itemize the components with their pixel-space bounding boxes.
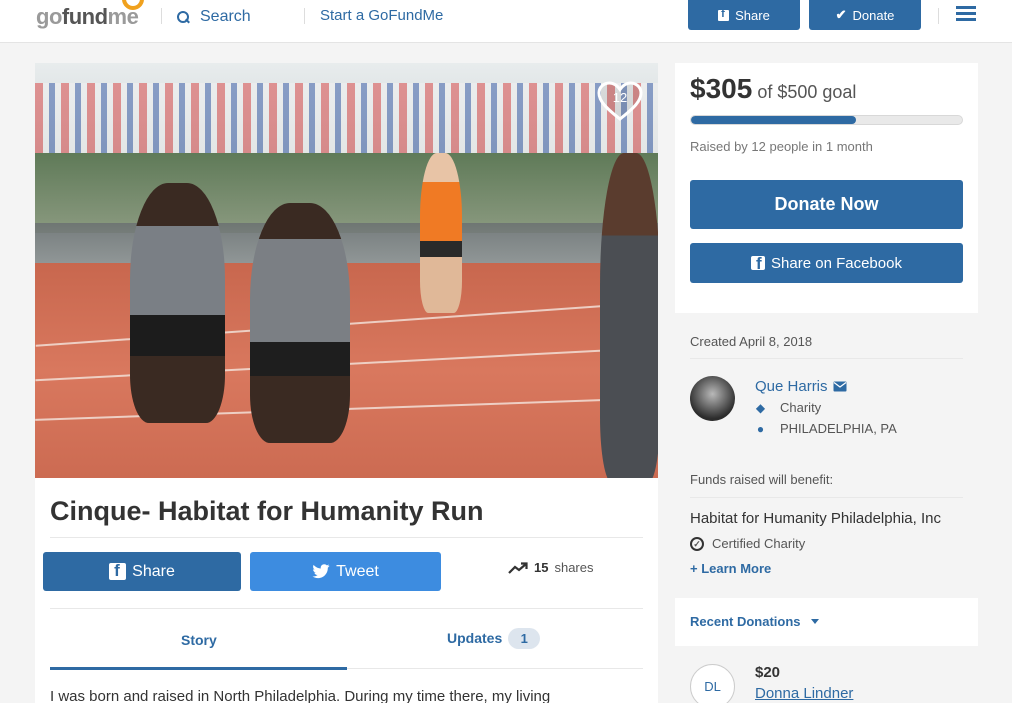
facebook-icon	[751, 254, 766, 274]
donation-amount: $20	[755, 664, 781, 681]
share-facebook-button[interactable]: Share on Facebook	[690, 243, 963, 283]
map-pin-icon: ●	[756, 421, 765, 436]
raised-summary: $305 of $500 goal	[690, 73, 856, 105]
beneficiary-name: Habitat for Humanity Philadelphia, Inc	[690, 510, 941, 527]
category-label: Charity	[780, 400, 822, 415]
start-gofundme-link[interactable]: Start a GoFundMe	[320, 7, 443, 24]
header-divider	[304, 8, 305, 24]
progress-bar	[690, 115, 963, 125]
campaign-photo	[35, 63, 658, 478]
organizer-location: ● PHILADELPHIA, PA	[755, 421, 897, 436]
circle-check-icon: ✓	[690, 536, 704, 551]
search-link[interactable]: Search	[177, 6, 251, 28]
donate-now-button[interactable]: Donate Now	[690, 180, 963, 229]
search-label: Search	[200, 8, 251, 25]
goal-text: of $500 goal	[757, 82, 857, 102]
logo-wordmark: gofundme	[36, 4, 139, 29]
raised-amount: $305	[690, 73, 753, 104]
header-donate-button[interactable]: ✔ Donate	[809, 0, 921, 30]
certified-label: Certified Charity	[712, 536, 806, 551]
donation-list-item: DL $20 Donna Lindner	[675, 648, 978, 703]
raised-by-text: Raised by 12 people in 1 month	[690, 139, 873, 154]
divider	[50, 537, 643, 538]
shares-word: shares	[554, 560, 594, 575]
envelope-icon[interactable]	[833, 381, 847, 392]
certified-charity: ✓ Certified Charity	[690, 536, 805, 551]
benefit-label: Funds raised will benefit:	[690, 472, 834, 487]
site-header: gofundme Search Start a GoFundMe Share ✔…	[0, 0, 1012, 43]
facebook-icon	[109, 561, 127, 581]
hamburger-icon[interactable]	[956, 6, 976, 22]
divider	[690, 358, 963, 359]
progress-fill	[691, 116, 857, 124]
organizer-panel: Created April 8, 2018 Que Harris ◆ Chari…	[675, 314, 978, 590]
donor-name-link[interactable]: Donna Lindner	[755, 685, 853, 702]
divider	[690, 497, 963, 498]
organizer-name: Que Harris	[755, 378, 828, 395]
tab-story[interactable]: Story	[181, 632, 217, 648]
recent-donations-header[interactable]: Recent Donations	[675, 598, 978, 646]
campaign-card: Cinque- Habitat for Humanity Run Share T…	[35, 478, 658, 703]
facebook-share-button[interactable]: Share	[43, 552, 241, 591]
created-date: Created April 8, 2018	[690, 334, 813, 349]
header-share-button[interactable]: Share	[688, 0, 800, 30]
learn-more-link[interactable]: + Learn More	[690, 561, 771, 576]
header-share-label: Share	[735, 7, 770, 23]
recent-donations-title: Recent Donations	[690, 614, 801, 629]
tweet-button[interactable]: Tweet	[250, 552, 441, 591]
updates-count-badge: 1	[508, 628, 541, 649]
donate-panel: $305 of $500 goal Raised by 12 people in…	[675, 63, 978, 313]
tab-updates-label: Updates	[447, 630, 503, 646]
header-donate-label: Donate	[852, 7, 895, 23]
organizer-name-link[interactable]: Que Harris	[755, 378, 847, 395]
trending-icon	[508, 561, 528, 574]
story-text: I was born and raised in North Philadelp…	[50, 688, 551, 703]
tag-icon: ◆	[755, 400, 766, 415]
shares-count: 15 shares	[508, 560, 594, 575]
search-icon	[177, 10, 190, 24]
organizer-avatar[interactable]	[690, 376, 735, 421]
recent-donations-toggle[interactable]: Recent Donations	[690, 614, 819, 629]
divider	[50, 608, 643, 609]
organizer-category: ◆ Charity	[755, 400, 821, 415]
header-divider	[938, 8, 939, 24]
header-divider	[161, 8, 162, 24]
share-label: Share	[132, 562, 175, 580]
campaign-title: Cinque- Habitat for Humanity Run	[50, 496, 484, 526]
share-facebook-label: Share on Facebook	[771, 254, 902, 272]
active-tab-indicator	[50, 667, 347, 670]
caret-down-icon	[810, 619, 819, 624]
tab-updates[interactable]: Updates 1	[447, 628, 541, 649]
location-label: PHILADELPHIA, PA	[780, 421, 897, 436]
heart-count: 12	[612, 90, 628, 105]
check-icon: ✔	[835, 7, 847, 22]
tweet-label: Tweet	[336, 562, 379, 580]
facebook-icon	[718, 8, 730, 21]
donor-initials-avatar: DL	[690, 664, 735, 703]
twitter-icon	[312, 564, 330, 579]
gofundme-logo[interactable]: gofundme	[36, 0, 148, 30]
shares-number: 15	[534, 560, 549, 575]
